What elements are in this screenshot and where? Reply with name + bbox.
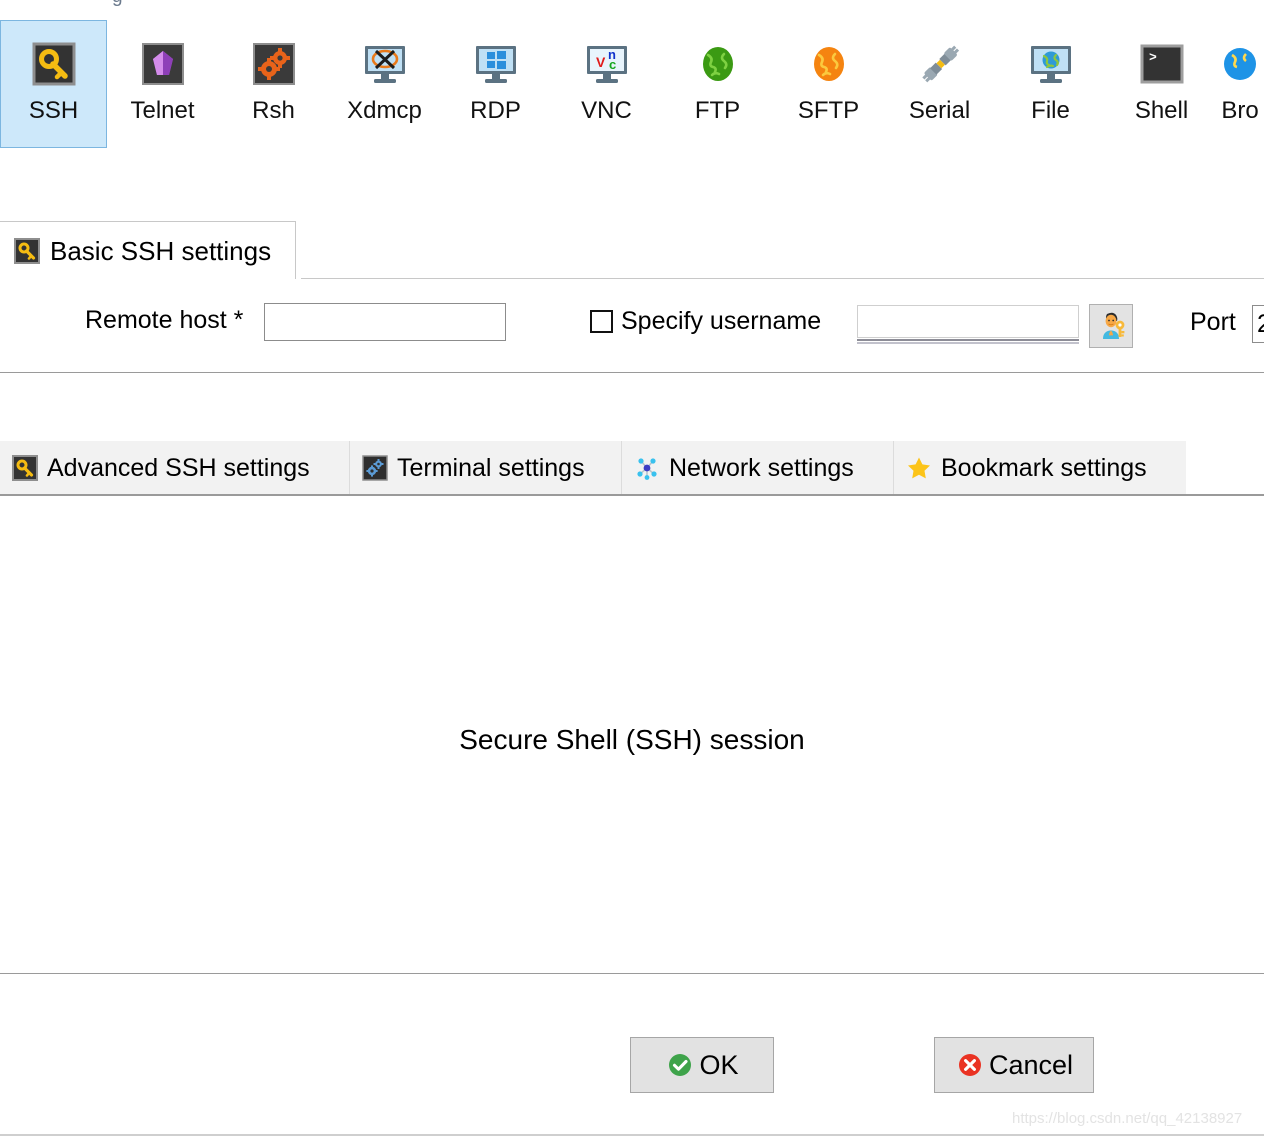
globe-orange-icon [805,40,853,88]
svg-text:>: > [1149,50,1157,65]
ok-button-label: OK [699,1049,739,1080]
session-type-ftp[interactable]: FTP [662,20,773,148]
session-type-label: Xdmcp [347,97,422,124]
monitor-globe-icon [1027,40,1075,88]
session-type-rdp[interactable]: RDP [440,20,551,148]
session-type-file[interactable]: File [995,20,1106,148]
specify-username-checkbox-group[interactable]: Specify username [590,307,821,336]
gears-blue-icon [362,455,388,481]
session-type-sftp[interactable]: SFTP [773,20,884,148]
session-type-xdmcp[interactable]: Xdmcp [329,20,440,148]
session-type-telnet[interactable]: Telnet [107,20,218,148]
monitor-x-icon [361,40,409,88]
key-icon [14,237,40,264]
star-icon [906,455,932,481]
port-input[interactable] [1252,305,1264,343]
session-type-toolbar: SSH Telnet Rsh Xdmcp RDP V n c VNC FTP S… [0,20,1264,148]
tab-terminal-settings[interactable]: Terminal settings [350,441,622,495]
session-type-vnc[interactable]: V n c VNC [551,20,662,148]
cancel-button[interactable]: Cancel [934,1037,1094,1093]
username-input[interactable] [857,305,1079,338]
browser-globe-icon [1217,40,1263,88]
tab-bookmark-settings-label: Bookmark settings [941,453,1147,482]
remote-host-input[interactable] [264,303,506,341]
x-circle-icon [955,1050,985,1080]
specify-username-label: Specify username [621,307,822,335]
terminal-prompt-icon: > [1138,40,1186,88]
user-key-icon [1094,308,1128,345]
session-type-label: Shell [1134,97,1189,124]
session-type-label: Serial [908,97,971,124]
session-type-label: VNC [581,97,632,124]
session-type-ssh[interactable]: SSH [0,20,107,148]
tab-network-settings-label: Network settings [669,453,854,482]
session-type-shell[interactable]: > Shell [1106,20,1217,148]
gears-icon [250,40,298,88]
watermark-text: https://blog.csdn.net/qq_42138927 [1012,1110,1243,1127]
session-type-label: Rsh [252,97,295,124]
svg-text:c: c [609,57,616,72]
check-circle-icon [665,1050,695,1080]
session-type-label: SSH [28,97,79,124]
session-description-text: Secure Shell (SSH) session [459,724,805,755]
session-type-label: Bro [1221,97,1259,124]
tab-network-settings[interactable]: Network settings [622,441,894,495]
svg-text:V: V [596,54,606,70]
tab-basic-ssh-settings-label: Basic SSH settings [50,235,272,266]
basic-ssh-form-panel: Remote host * Specify username Port [0,279,1264,373]
tab-terminal-settings-label: Terminal settings [397,453,585,482]
monitor-windows-icon [472,40,520,88]
session-type-label: File [1031,97,1070,124]
username-underline-primary [857,339,1079,341]
session-settings-content-area: Secure Shell (SSH) session [0,496,1264,973]
tab-bookmark-settings[interactable]: Bookmark settings [894,441,1186,495]
session-type-label: SFTP [797,97,860,124]
tab-basic-ssh-settings[interactable]: Basic SSH settings [0,221,297,279]
ok-button[interactable]: OK [630,1037,774,1093]
username-field-group [857,305,1079,344]
plug-icon [916,40,964,88]
key-icon [12,455,38,481]
cancel-button-label: Cancel [988,1049,1074,1080]
remote-host-label: Remote host * [85,306,244,334]
key-icon [30,40,78,88]
tab-advanced-ssh-settings[interactable]: Advanced SSH settings [0,441,350,495]
session-type-serial[interactable]: Serial [884,20,995,148]
port-label: Port [1190,308,1236,336]
username-underline-secondary [857,342,1079,344]
tab-advanced-ssh-settings-label: Advanced SSH settings [47,453,310,482]
globe-green-icon [694,40,742,88]
username-credential-button[interactable] [1089,304,1133,348]
monitor-vnc-icon: V n c [583,40,631,88]
session-type-rsh[interactable]: Rsh [218,20,329,148]
session-type-label: Telnet [130,97,195,124]
session-type-label: FTP [694,97,741,124]
specify-username-checkbox[interactable] [590,310,613,333]
session-type-browser[interactable]: Bro [1217,20,1263,148]
network-icon [634,455,660,481]
session-type-label: RDP [470,97,521,124]
basic-settings-tab-row: Basic SSH settings [0,221,1264,279]
window-title-fragment: g [112,0,123,8]
settings-subtabs: Advanced SSH settings Terminal settings … [0,441,1186,495]
gem-icon [139,40,187,88]
